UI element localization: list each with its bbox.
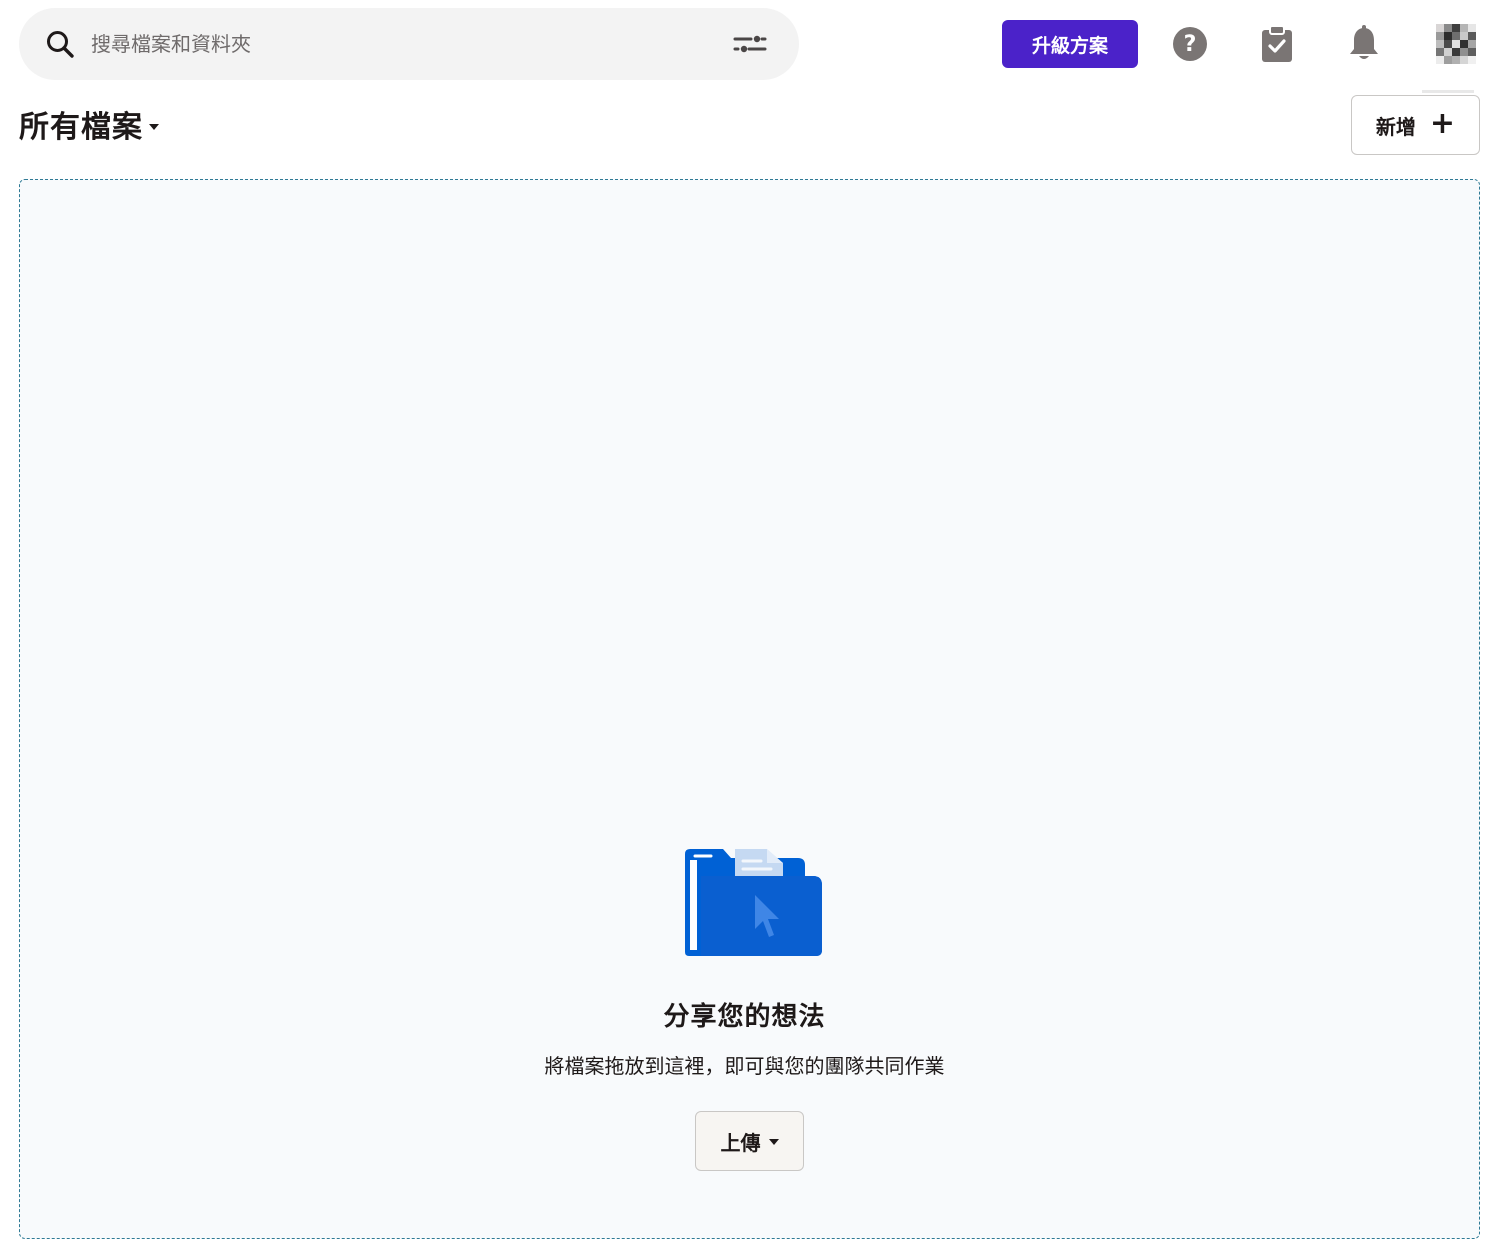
svg-text:?: ? bbox=[1184, 32, 1197, 57]
search-input[interactable] bbox=[91, 26, 711, 62]
file-drop-zone[interactable] bbox=[19, 179, 1480, 1239]
empty-state-subtitle: 將檔案拖放到這裡，即可與您的團隊共同作業 bbox=[544, 1054, 945, 1078]
chevron-down-icon bbox=[768, 1139, 779, 1145]
bell-icon[interactable] bbox=[1344, 24, 1384, 64]
folder-drop-illustration bbox=[685, 849, 822, 956]
upgrade-button[interactable]: 升級方案 bbox=[1002, 20, 1138, 68]
upload-button-label: 上傳 bbox=[720, 1130, 761, 1155]
help-icon[interactable]: ? bbox=[1170, 24, 1210, 64]
top-bar: 升級方案 ? bbox=[0, 0, 1489, 93]
search-bar[interactable] bbox=[19, 8, 799, 80]
chevron-down-icon bbox=[149, 124, 159, 130]
upload-button[interactable]: 上傳 bbox=[695, 1111, 804, 1171]
search-icon bbox=[47, 31, 74, 58]
filter-icon[interactable] bbox=[733, 32, 767, 56]
page-title: 所有檔案 bbox=[19, 110, 143, 145]
new-button[interactable]: 新增 + bbox=[1351, 95, 1480, 155]
new-button-label: 新增 bbox=[1375, 114, 1416, 139]
avatar-underline bbox=[1422, 90, 1474, 93]
tasks-icon[interactable] bbox=[1257, 24, 1297, 64]
empty-state-title: 分享您的想法 bbox=[663, 1002, 826, 1032]
avatar[interactable] bbox=[1436, 24, 1476, 68]
plus-icon: + bbox=[1429, 105, 1456, 141]
page-title-dropdown[interactable]: 所有檔案 bbox=[19, 100, 159, 148]
